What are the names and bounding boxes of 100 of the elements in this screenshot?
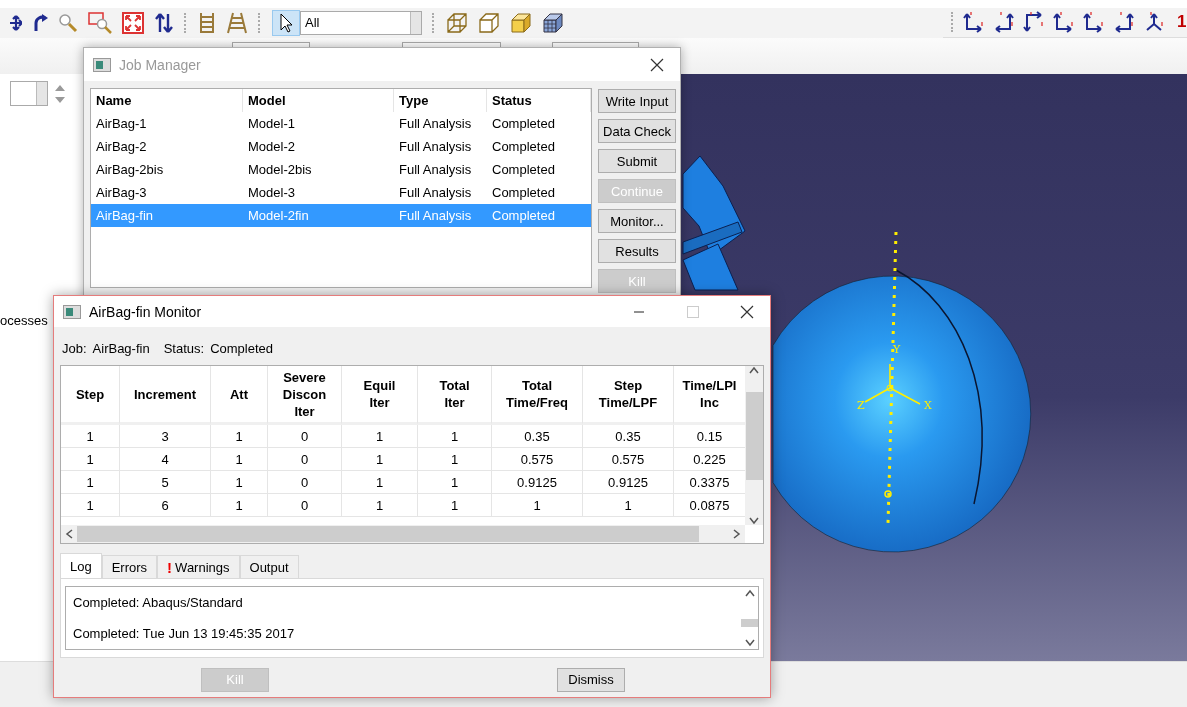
axis-label: Y xyxy=(893,343,901,357)
column-header[interactable]: Status xyxy=(487,89,591,112)
table-cell: 1 xyxy=(492,494,583,517)
table-cell[interactable]: Model-2 xyxy=(243,135,394,158)
table-cell: 0 xyxy=(268,448,342,471)
scroll-thumb[interactable] xyxy=(741,619,758,627)
action-button[interactable]: Results xyxy=(598,239,676,263)
table-cell: 1 xyxy=(211,425,268,448)
panel-label: ocesses xyxy=(0,313,49,329)
action-button[interactable]: Monitor... xyxy=(598,209,676,233)
column-header[interactable]: Increment xyxy=(120,366,211,425)
box-zoom-icon[interactable] xyxy=(88,11,112,34)
axes-icon[interactable] xyxy=(993,11,1015,34)
table-cell[interactable]: Full Analysis xyxy=(394,158,487,181)
window-title: Job Manager xyxy=(119,56,202,73)
action-button[interactable]: Submit xyxy=(598,149,676,173)
column-header[interactable]: Equil Iter xyxy=(342,366,418,425)
table-cell: 5 xyxy=(120,471,211,494)
column-header[interactable]: Step Time/LPF xyxy=(583,366,674,425)
close-icon[interactable] xyxy=(740,304,754,319)
axes-icon[interactable] xyxy=(1113,11,1135,34)
column-header[interactable]: Model xyxy=(243,89,394,112)
scroll-down-icon[interactable] xyxy=(744,639,755,647)
tab[interactable]: ! Warnings xyxy=(157,555,240,578)
column-header[interactable]: Name xyxy=(91,89,243,112)
table-cell[interactable]: Completed xyxy=(487,181,591,204)
field-value: AirBag-fin xyxy=(92,340,150,356)
table-cell: 0.9125 xyxy=(492,471,583,494)
axes-icon[interactable] xyxy=(1023,11,1045,34)
scroll-up-icon[interactable] xyxy=(749,366,759,374)
table-cell: 0 xyxy=(268,494,342,517)
table-cell: 0.575 xyxy=(583,448,674,471)
column-header[interactable]: Type xyxy=(394,89,487,112)
table-cell: 1 xyxy=(418,494,492,517)
scroll-up-icon[interactable] xyxy=(744,589,755,597)
scroll-left-icon[interactable] xyxy=(65,529,73,539)
table-cell: 0.575 xyxy=(492,448,583,471)
shaded-cube-icon[interactable] xyxy=(510,11,532,34)
scroll-right-icon[interactable] xyxy=(733,529,741,539)
selection-filter-dropdown[interactable]: All xyxy=(300,10,422,35)
axis-label: X xyxy=(924,399,932,413)
table-cell[interactable]: AirBag-2bis xyxy=(91,158,243,181)
close-icon[interactable] xyxy=(650,57,664,72)
table-cell[interactable]: Model-2bis xyxy=(243,158,394,181)
swap-arrows-icon[interactable] xyxy=(154,11,174,34)
column-header[interactable]: Step xyxy=(61,366,120,425)
table-cell: 1 xyxy=(61,494,120,517)
table-cell[interactable]: Completed xyxy=(487,158,591,181)
log-line: Completed: Abaqus/Standard xyxy=(73,595,244,610)
column-header[interactable]: Total Time/Freq xyxy=(492,366,583,425)
table-cell[interactable]: Full Analysis xyxy=(394,112,487,135)
wireframe-cube-icon[interactable] xyxy=(446,11,468,34)
tab[interactable]: Output xyxy=(239,555,299,578)
table-cell: 1 xyxy=(342,471,418,494)
window-icon xyxy=(93,57,111,72)
table-cell[interactable]: Completed xyxy=(487,112,591,135)
table-cell[interactable]: Completed xyxy=(487,135,591,158)
table-cell: 0 xyxy=(268,425,342,448)
table-cell[interactable]: AirBag-1 xyxy=(91,112,243,135)
column-header[interactable]: Severe Discon Iter xyxy=(268,366,342,425)
table-cell[interactable]: AirBag-3 xyxy=(91,181,243,204)
column-header[interactable]: Total Iter xyxy=(418,366,492,425)
scroll-thumb[interactable] xyxy=(745,391,763,480)
table-cell[interactable]: Full Analysis xyxy=(394,135,487,158)
axes-icon[interactable] xyxy=(1053,11,1075,34)
table-cell[interactable]: Model-3 xyxy=(243,181,394,204)
column-header[interactable]: Att xyxy=(211,366,268,425)
scrollbar[interactable] xyxy=(745,366,763,525)
scroll-thumb[interactable] xyxy=(77,526,699,542)
action-button[interactable]: Dismiss xyxy=(557,667,625,692)
rails-icon[interactable] xyxy=(226,11,248,34)
table-cell: 6 xyxy=(120,494,211,517)
axes-icon[interactable] xyxy=(963,11,985,34)
hidden-line-cube-icon[interactable] xyxy=(478,11,500,34)
action-button[interactable]: Data Check xyxy=(598,119,676,143)
axes-icon[interactable] xyxy=(1083,11,1105,34)
select-tool-button[interactable] xyxy=(272,9,300,36)
table-cell[interactable]: Full Analysis xyxy=(394,181,487,204)
dropdown-field[interactable] xyxy=(10,81,48,107)
scrollbar[interactable] xyxy=(741,587,758,649)
rotate-icon[interactable] xyxy=(32,12,48,33)
scroll-down-icon[interactable] xyxy=(749,517,759,525)
window-title: AirBag-fin Monitor xyxy=(89,303,203,320)
table-cell[interactable]: AirBag-2 xyxy=(91,135,243,158)
action-button[interactable]: Write Input xyxy=(598,89,676,113)
field-label: Status: xyxy=(163,340,205,356)
field-label: Job: xyxy=(62,340,87,356)
fit-view-icon[interactable] xyxy=(122,11,144,34)
table-cell: 1 xyxy=(418,471,492,494)
table-cell: 1 xyxy=(211,448,268,471)
scrollbar[interactable] xyxy=(61,525,745,543)
tab[interactable]: Errors xyxy=(101,555,158,578)
table-cell: 1 xyxy=(211,494,268,517)
pan-icon[interactable] xyxy=(8,12,22,33)
zoom-icon[interactable] xyxy=(58,12,78,33)
axis-label: Z xyxy=(857,399,865,413)
table-cell[interactable]: Model-1 xyxy=(243,112,394,135)
tab[interactable]: Log xyxy=(60,553,102,578)
mesh-cube-icon[interactable] xyxy=(542,11,566,34)
ladder-icon[interactable] xyxy=(198,11,216,34)
